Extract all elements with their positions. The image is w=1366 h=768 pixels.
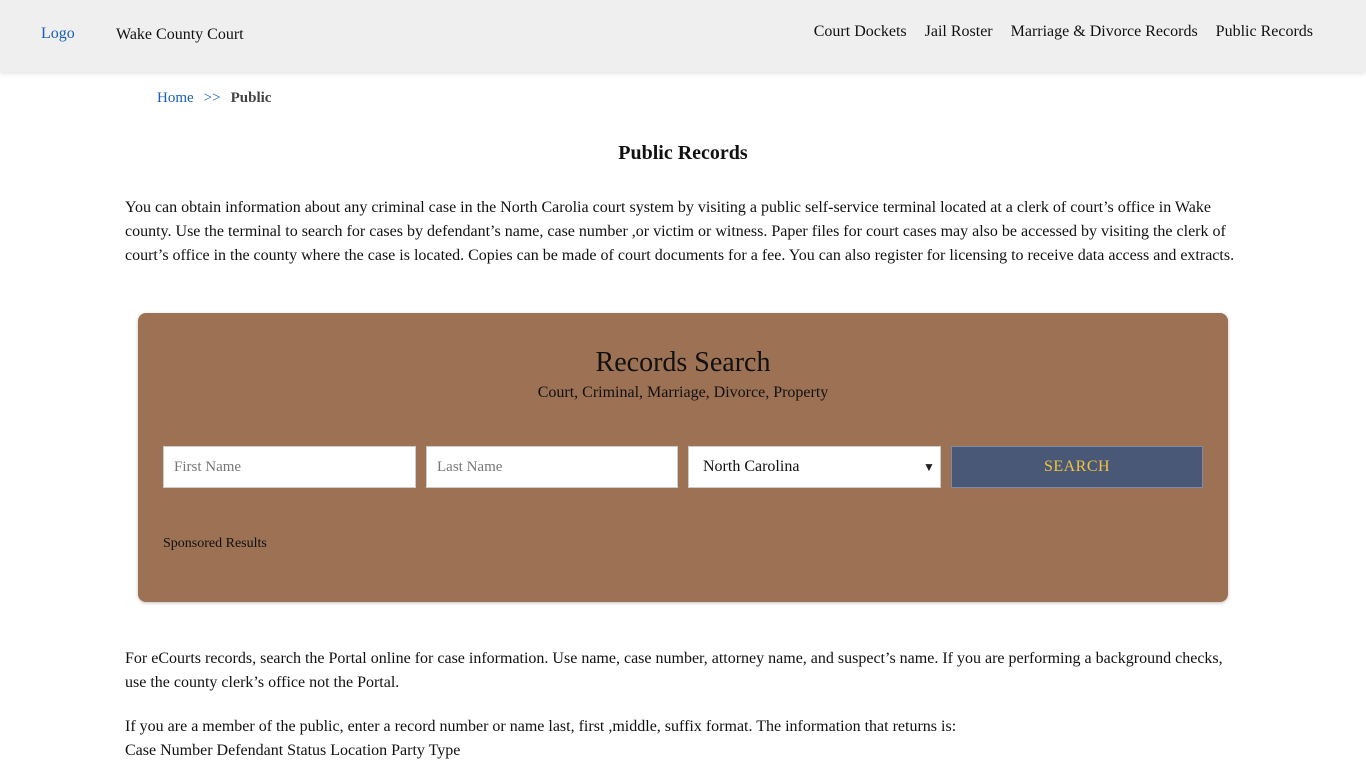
page-title: Public Records [618, 142, 748, 164]
breadcrumb-current: Public [230, 90, 272, 106]
nav-public-records[interactable]: Public Records [1216, 23, 1313, 41]
sponsored-results-label: Sponsored Results [163, 536, 267, 551]
first-name-input[interactable] [163, 446, 416, 488]
logo-alt-text: Logo [41, 25, 75, 42]
site-header: Logo Wake County Court Court Dockets Jai… [0, 0, 1366, 72]
breadcrumb-separator: >> [203, 90, 221, 106]
public-member-paragraph: If you are a member of the public, enter… [125, 715, 1245, 763]
nav-jail-roster[interactable]: Jail Roster [925, 23, 993, 41]
ecourts-paragraph: For eCourts records, search the Portal o… [125, 650, 1223, 691]
returned-fields-list: Case Number Defendant Status Location Pa… [125, 742, 461, 759]
chevron-down-icon: ▼ [923, 459, 935, 474]
breadcrumb-home-link[interactable]: Home [157, 90, 194, 107]
main-nav: Court Dockets Jail Roster Marriage & Div… [814, 23, 1313, 41]
state-select[interactable]: North Carolina ▼ [688, 446, 941, 488]
state-select-value: North Carolina [703, 458, 800, 475]
records-search-panel: Records Search Court, Criminal, Marriage… [138, 313, 1228, 602]
search-subtitle: Court, Criminal, Marriage, Divorce, Prop… [537, 384, 829, 401]
last-name-input[interactable] [426, 446, 678, 488]
nav-court-dockets[interactable]: Court Dockets [814, 23, 907, 41]
search-button[interactable]: SEARCH [951, 446, 1203, 488]
site-title[interactable]: Wake County Court [116, 26, 244, 44]
intro-paragraph: You can obtain information about any cri… [125, 199, 1235, 264]
public-member-instructions: If you are a member of the public, enter… [125, 718, 957, 735]
logo-link[interactable]: Logo [39, 25, 75, 43]
breadcrumb: Home >> Public [157, 90, 271, 107]
search-title: Records Search [595, 347, 771, 378]
nav-marriage-divorce-records[interactable]: Marriage & Divorce Records [1011, 23, 1198, 41]
